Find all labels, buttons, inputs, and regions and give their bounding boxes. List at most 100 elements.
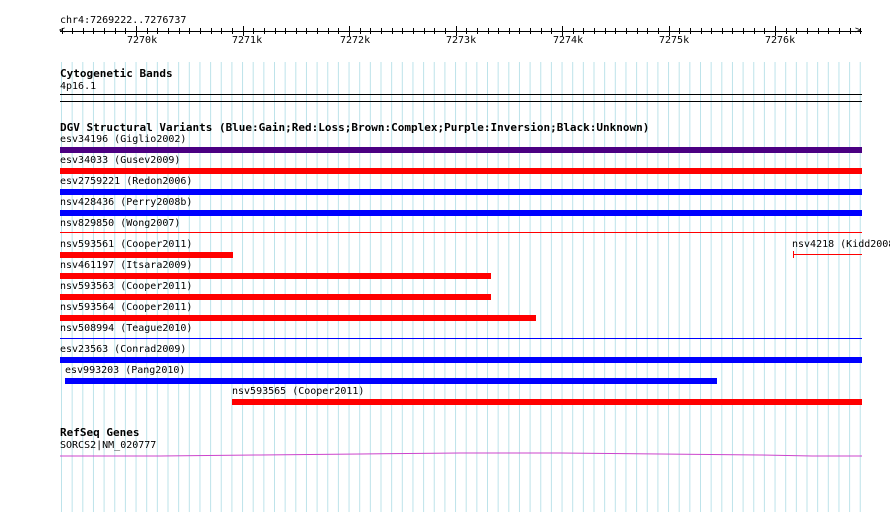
cytoband-line bbox=[60, 101, 862, 102]
ruler-minor-tick bbox=[381, 28, 382, 34]
ruler-minor-tick bbox=[83, 28, 84, 34]
ruler-minor-tick bbox=[679, 28, 680, 34]
variant-line-loss[interactable] bbox=[60, 232, 862, 233]
ruler-minor-tick bbox=[424, 28, 425, 34]
cytoband-line bbox=[60, 94, 862, 95]
ruler-minor-tick bbox=[392, 28, 393, 34]
ruler-minor-tick bbox=[828, 28, 829, 34]
variant-line-gain[interactable] bbox=[60, 338, 862, 339]
variant-label[interactable]: nsv829850 (Wong2007) bbox=[60, 218, 180, 230]
ruler-minor-tick bbox=[732, 28, 733, 34]
ruler-minor-tick bbox=[658, 28, 659, 34]
ruler-minor-tick bbox=[711, 28, 712, 34]
variant-label[interactable]: esv2759221 (Redon2006) bbox=[60, 176, 192, 188]
ruler-minor-tick bbox=[583, 28, 584, 34]
variant-label[interactable]: nsv593561 (Cooper2011) bbox=[60, 239, 192, 251]
ruler-minor-tick bbox=[498, 28, 499, 34]
variant-bar-loss[interactable] bbox=[60, 252, 233, 258]
ruler-minor-tick bbox=[626, 28, 627, 34]
variant-bar-loss[interactable] bbox=[60, 315, 536, 321]
ruler-minor-tick bbox=[647, 28, 648, 34]
ruler-minor-tick bbox=[253, 28, 254, 34]
ruler-minor-tick bbox=[104, 28, 105, 34]
variant-bar-loss[interactable] bbox=[60, 294, 491, 300]
variant-end-tick bbox=[793, 251, 794, 258]
ruler-minor-tick bbox=[306, 28, 307, 34]
variant-label[interactable]: nsv461197 (Itsara2009) bbox=[60, 260, 192, 272]
ruler-minor-tick bbox=[690, 28, 691, 34]
ruler-minor-tick bbox=[488, 28, 489, 34]
ruler-minor-tick bbox=[615, 28, 616, 34]
ruler-minor-tick bbox=[637, 28, 638, 34]
ruler-minor-tick bbox=[200, 28, 201, 34]
ruler-axis-line bbox=[60, 31, 862, 32]
variant-bar-gain[interactable] bbox=[60, 210, 862, 216]
variant-bar-loss[interactable] bbox=[60, 168, 862, 174]
variant-bar-inversion[interactable] bbox=[60, 147, 862, 153]
ruler-minor-tick bbox=[786, 28, 787, 34]
ruler-minor-tick bbox=[317, 28, 318, 34]
ruler-minor-tick bbox=[850, 28, 851, 34]
ruler-minor-tick bbox=[157, 28, 158, 34]
ruler-minor-tick bbox=[573, 28, 574, 34]
ruler-minor-tick bbox=[115, 28, 116, 34]
ruler-minor-tick bbox=[519, 28, 520, 34]
cytoband-label: 4p16.1 bbox=[60, 81, 97, 92]
ruler-minor-tick bbox=[179, 28, 180, 34]
variant-label[interactable]: nsv593564 (Cooper2011) bbox=[60, 302, 192, 314]
ruler-minor-tick bbox=[701, 28, 702, 34]
ruler-minor-tick bbox=[93, 28, 94, 34]
ruler-tick-label: 7272k bbox=[340, 35, 371, 46]
variant-label[interactable]: esv34033 (Gusev2009) bbox=[60, 155, 180, 167]
variant-label[interactable]: nsv4218 (Kidd2008) bbox=[792, 239, 890, 251]
ruler-minor-tick bbox=[211, 28, 212, 34]
ruler-minor-tick bbox=[168, 28, 169, 34]
ruler-minor-tick bbox=[275, 28, 276, 34]
variant-label[interactable]: nsv593563 (Cooper2011) bbox=[60, 281, 192, 293]
variant-bar-gain[interactable] bbox=[60, 189, 862, 195]
ruler-tick-label: 7273k bbox=[446, 35, 477, 46]
ruler-tick-label: 7275k bbox=[659, 35, 690, 46]
location-label: chr4:7269222..7276737 bbox=[60, 15, 187, 26]
ruler-minor-tick bbox=[541, 28, 542, 34]
variant-bar-loss[interactable] bbox=[60, 273, 491, 279]
track-title-cytoband: Cytogenetic Bands bbox=[60, 67, 173, 80]
ruler-tick-label: 7274k bbox=[553, 35, 584, 46]
ruler-minor-tick bbox=[434, 28, 435, 34]
ruler-minor-tick bbox=[594, 28, 595, 34]
ruler-minor-tick bbox=[509, 28, 510, 34]
ruler-minor-tick bbox=[370, 28, 371, 34]
ruler-minor-tick bbox=[754, 28, 755, 34]
track-title-dgv: DGV Structural Variants (Blue:Gain;Red:L… bbox=[60, 121, 650, 134]
ruler-minor-tick bbox=[722, 28, 723, 34]
ruler-minor-tick bbox=[860, 28, 861, 34]
variant-label[interactable]: nsv508994 (Teague2010) bbox=[60, 323, 192, 335]
ruler-minor-tick bbox=[402, 28, 403, 34]
variant-bar-loss[interactable] bbox=[232, 399, 862, 405]
track-title-refseq: RefSeq Genes bbox=[60, 426, 140, 439]
variant-label[interactable]: esv993203 (Pang2010) bbox=[65, 365, 185, 377]
variant-label[interactable]: esv23563 (Conrad2009) bbox=[60, 344, 186, 356]
ruler-minor-tick bbox=[189, 28, 190, 34]
ruler-minor-tick bbox=[338, 28, 339, 34]
variant-bar-gain[interactable] bbox=[65, 378, 717, 384]
ruler-tick-label: 7270k bbox=[127, 35, 158, 46]
gene-model[interactable] bbox=[0, 448, 890, 468]
ruler-minor-tick bbox=[62, 28, 63, 34]
ruler-minor-tick bbox=[807, 28, 808, 34]
variant-label[interactable]: nsv428436 (Perry2008b) bbox=[60, 197, 192, 209]
variant-label[interactable]: esv34196 (Giglio2002) bbox=[60, 134, 186, 146]
ruler-minor-tick bbox=[328, 28, 329, 34]
ruler-minor-tick bbox=[743, 28, 744, 34]
ruler-minor-tick bbox=[445, 28, 446, 34]
ruler-tick-label: 7271k bbox=[232, 35, 263, 46]
ruler-minor-tick bbox=[360, 28, 361, 34]
ruler-minor-tick bbox=[796, 28, 797, 34]
ruler-minor-tick bbox=[147, 28, 148, 34]
ruler-minor-tick bbox=[413, 28, 414, 34]
ruler-minor-tick bbox=[551, 28, 552, 34]
variant-line-loss[interactable] bbox=[793, 254, 862, 255]
ruler-minor-tick bbox=[818, 28, 819, 34]
variant-bar-gain[interactable] bbox=[60, 357, 862, 363]
variant-label[interactable]: nsv593565 (Cooper2011) bbox=[232, 386, 364, 398]
